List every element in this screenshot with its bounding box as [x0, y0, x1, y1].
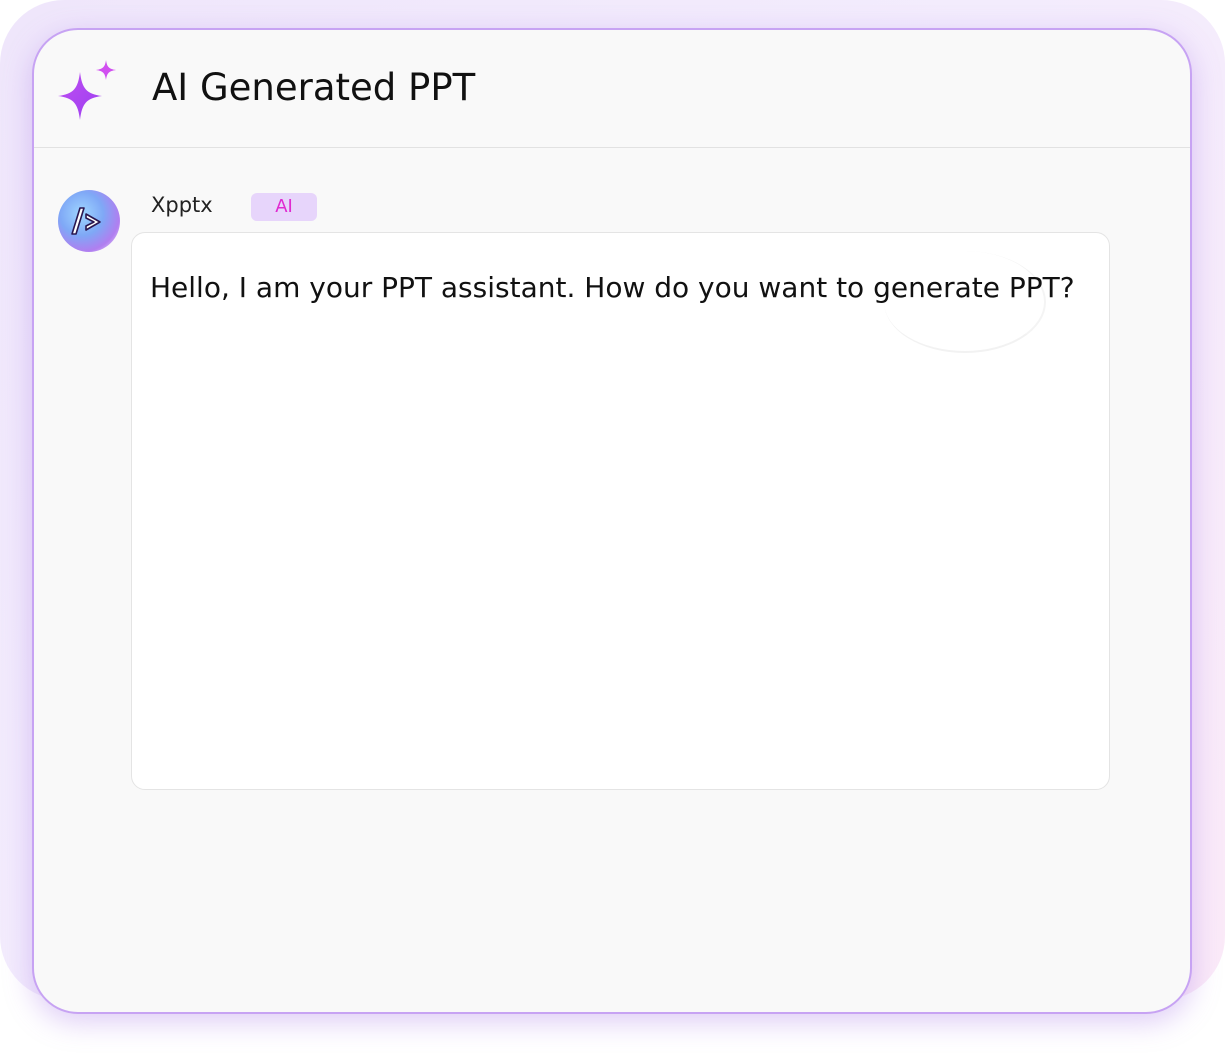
sender-name: Xpptx	[151, 193, 213, 217]
ai-badge: AI	[251, 193, 317, 221]
message-text: Hello, I am your PPT assistant. How do y…	[150, 271, 1075, 304]
sparkle-icon	[58, 60, 116, 120]
avatar	[58, 190, 120, 252]
app-window: AI Generated PPT Xpptx AI Hello, I am yo…	[32, 28, 1192, 1014]
code-chevron-icon	[71, 207, 101, 235]
header-bar: AI Generated PPT	[34, 30, 1190, 148]
message-bubble: Hello, I am your PPT assistant. How do y…	[131, 232, 1110, 790]
page-title: AI Generated PPT	[152, 66, 476, 109]
